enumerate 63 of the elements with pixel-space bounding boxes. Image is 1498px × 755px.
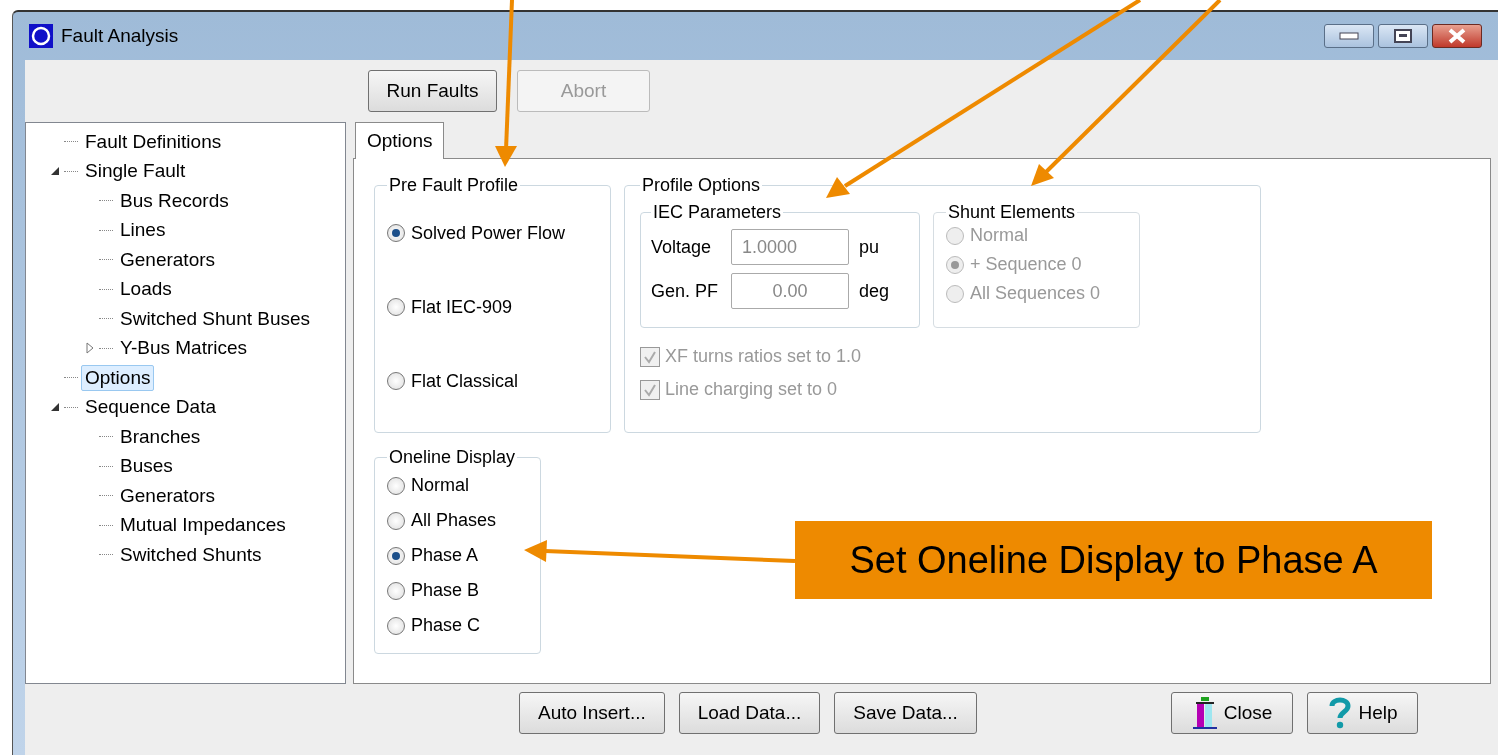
app-icon xyxy=(29,24,53,48)
footer-button[interactable]: Help xyxy=(1307,692,1419,734)
unit-label: pu xyxy=(859,236,880,258)
window-title: Fault Analysis xyxy=(61,25,179,47)
tree-item[interactable]: Generators xyxy=(116,482,220,509)
radio-label: Normal xyxy=(411,475,469,496)
tree-item[interactable]: Options xyxy=(81,364,155,391)
tree-item[interactable]: Single Fault xyxy=(81,158,190,185)
radio-button[interactable] xyxy=(387,298,405,316)
minimize-icon xyxy=(1339,32,1359,40)
group-title: Profile Options xyxy=(641,175,762,196)
door-icon xyxy=(1191,696,1218,730)
field-label: Voltage xyxy=(651,236,713,258)
tree-item[interactable]: Buses xyxy=(116,453,177,480)
tab[interactable]: Options xyxy=(355,122,445,159)
tree-item[interactable]: Y-Bus Matrices xyxy=(116,335,252,362)
help-icon xyxy=(1328,696,1353,730)
footer-button[interactable]: Save Data... xyxy=(834,692,977,734)
group-title: Shunt Elements xyxy=(947,202,1077,223)
radio-label: + Sequence 0 xyxy=(970,254,1082,275)
radio-button[interactable] xyxy=(387,372,405,390)
radio-label: Normal xyxy=(970,225,1028,246)
footer-button[interactable]: Load Data... xyxy=(678,692,821,734)
radio-label: Phase B xyxy=(411,580,480,601)
radio-label: Flat Classical xyxy=(411,370,519,392)
tree-item[interactable]: Bus Records xyxy=(116,187,233,214)
group-title: Pre Fault Profile xyxy=(388,175,520,196)
maximize-button[interactable] xyxy=(1378,24,1428,48)
tree-item[interactable]: Mutual Impedances xyxy=(116,512,290,539)
radio-label: All Sequences 0 xyxy=(970,283,1101,304)
checkbox-label: Line charging set to 0 xyxy=(665,379,838,400)
radio-button[interactable] xyxy=(387,476,405,495)
tree-item[interactable]: Fault Definitions xyxy=(81,128,226,155)
radio-label: Phase C xyxy=(411,615,481,636)
radio-label: Solved Power Flow xyxy=(411,222,566,244)
group-title: IEC Parameters xyxy=(652,202,783,223)
tree-item[interactable]: Generators xyxy=(116,246,220,273)
field-label: Gen. PF xyxy=(651,280,720,302)
maximize-icon xyxy=(1394,29,1412,43)
callout-label: Set Oneline Display to Phase A xyxy=(795,521,1432,599)
tree-item[interactable]: Lines xyxy=(116,217,170,244)
radio-label: Phase A xyxy=(411,545,479,566)
group-title: Oneline Display xyxy=(388,447,517,468)
tree-item[interactable]: Loads xyxy=(116,276,176,303)
radio-label: Flat IEC-909 xyxy=(411,296,513,318)
unit-label: deg xyxy=(859,280,890,302)
close-icon xyxy=(1447,28,1467,44)
close-button[interactable] xyxy=(1432,24,1482,48)
tree-item[interactable]: Sequence Data xyxy=(81,394,220,421)
tree-item[interactable]: Switched Shunt Buses xyxy=(116,305,315,332)
tree-item[interactable]: Branches xyxy=(116,423,205,450)
toolbar-button[interactable]: Run Faults xyxy=(368,70,497,112)
radio-button[interactable] xyxy=(387,511,405,530)
radio-button[interactable] xyxy=(387,616,405,635)
radio-label: All Phases xyxy=(411,510,497,531)
radio-button[interactable] xyxy=(387,546,405,565)
tree-item[interactable]: Switched Shunts xyxy=(116,541,266,568)
checkbox-label: XF turns ratios set to 1.0 xyxy=(665,346,862,367)
footer-button[interactable]: Auto Insert... xyxy=(519,692,665,734)
radio-button[interactable] xyxy=(387,224,405,242)
radio-button[interactable] xyxy=(387,581,405,600)
minimize-button[interactable] xyxy=(1324,24,1374,48)
footer-button[interactable]: Close xyxy=(1170,692,1294,734)
